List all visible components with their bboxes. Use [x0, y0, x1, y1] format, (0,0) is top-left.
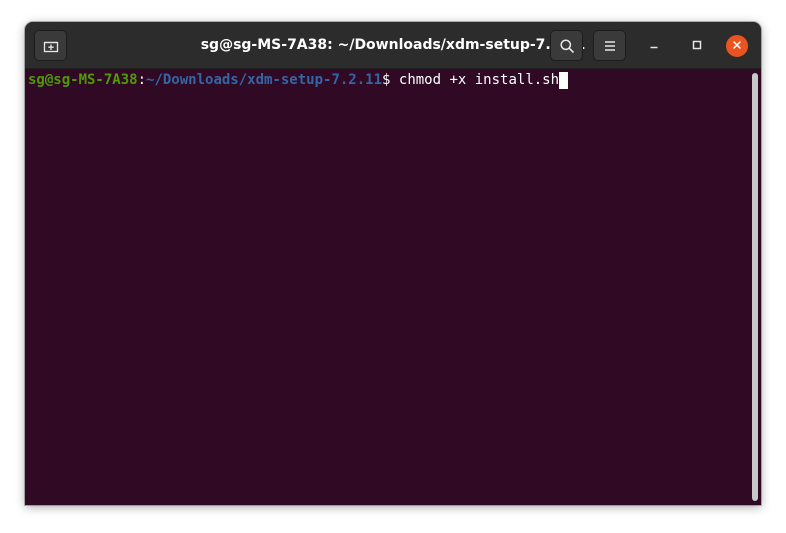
- search-icon: [559, 38, 575, 54]
- close-button[interactable]: [726, 35, 748, 57]
- terminal-window: sg@sg-MS-7A38: ~/Downloads/xdm-setup-7.2…: [25, 22, 761, 505]
- typed-command: chmod +x install.sh: [398, 72, 560, 88]
- search-button[interactable]: [550, 30, 583, 61]
- new-tab-button[interactable]: [34, 30, 67, 61]
- prompt-user-host: sg@sg-MS-7A38: [28, 72, 138, 88]
- minimize-icon: [649, 37, 659, 55]
- close-icon: [732, 37, 742, 55]
- hamburger-menu-icon: [603, 40, 617, 52]
- new-tab-icon: [43, 39, 59, 53]
- maximize-button[interactable]: [686, 35, 708, 57]
- menu-button[interactable]: [593, 30, 626, 61]
- title-bar[interactable]: sg@sg-MS-7A38: ~/Downloads/xdm-setup-7.2…: [25, 22, 761, 69]
- maximize-icon: [692, 37, 702, 55]
- prompt-separator: :: [137, 72, 147, 88]
- text-cursor: [559, 72, 569, 89]
- terminal-area[interactable]: sg@sg-MS-7A38:~/Downloads/xdm-setup-7.2.…: [25, 69, 761, 505]
- prompt-path: ~/Downloads/xdm-setup-7.2.11: [146, 72, 383, 88]
- minimize-button[interactable]: [643, 35, 665, 57]
- prompt-symbol: $: [382, 72, 399, 88]
- command-line: sg@sg-MS-7A38:~/Downloads/xdm-setup-7.2.…: [28, 72, 569, 89]
- scrollbar[interactable]: [752, 73, 758, 501]
